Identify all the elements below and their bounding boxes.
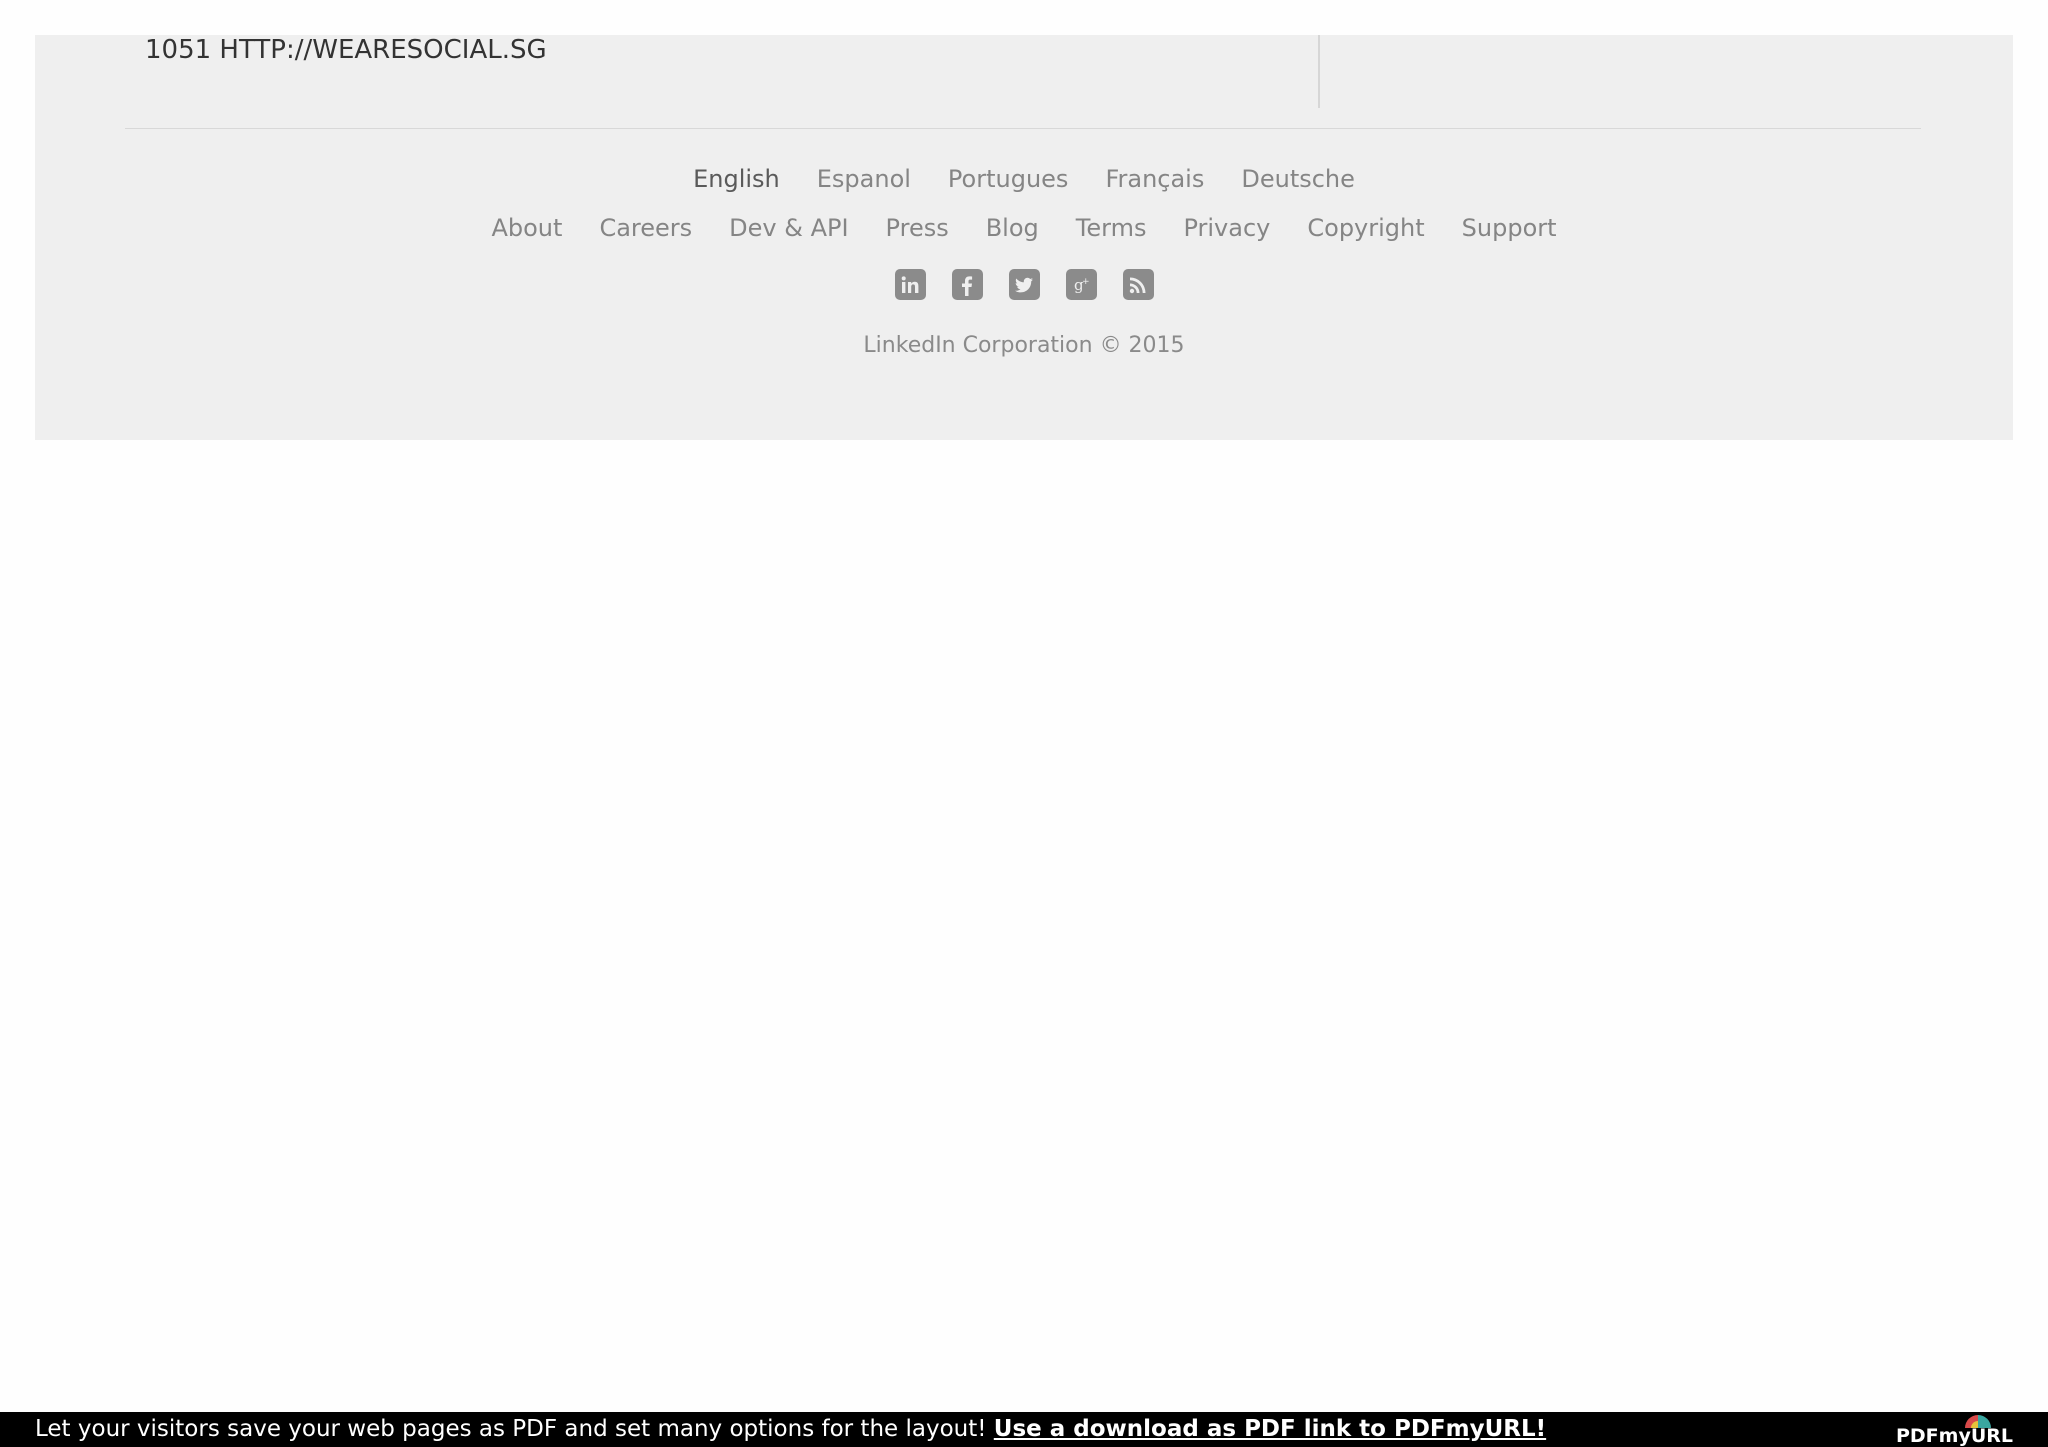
language-francais[interactable]: Français [1105,164,1204,194]
footer-links: About Careers Dev & API Press Blog Terms… [35,213,2013,243]
privacy-link[interactable]: Privacy [1183,213,1270,243]
about-link[interactable]: About [491,213,562,243]
promo-bar: Let your visitors save your web pages as… [0,1412,2048,1447]
logo-mark-icon [1965,1415,1991,1428]
promo-message: Let your visitors save your web pages as… [35,1412,1546,1447]
careers-link[interactable]: Careers [599,213,692,243]
url-line: 1051 HTTP://WEARESOCIAL.SG [145,35,547,65]
promo-text: Let your visitors save your web pages as… [35,1416,994,1442]
linkedin-icon[interactable] [894,269,926,300]
logo-text: PDFmyURL [1895,1425,2013,1447]
twitter-icon[interactable] [1008,269,1040,300]
language-espanol[interactable]: Espanol [817,164,911,194]
dev-api-link[interactable]: Dev & API [729,213,848,243]
footer-panel: 1051 HTTP://WEARESOCIAL.SG English Espan… [35,35,2013,440]
horizontal-divider [125,128,1921,129]
pdfmyurl-logo[interactable]: PDFmyURL [1896,1412,2013,1447]
copyright-text: LinkedIn Corporation © 2015 [863,333,1185,358]
blog-link[interactable]: Blog [986,213,1039,243]
svg-text:+: + [1082,277,1090,287]
support-link[interactable]: Support [1462,213,1557,243]
social-icons: g + [35,269,2013,300]
press-link[interactable]: Press [886,213,949,243]
language-deutsche[interactable]: Deutsche [1241,164,1355,194]
rss-icon[interactable] [1122,269,1154,300]
copyright-link[interactable]: Copyright [1307,213,1424,243]
page: 1051 HTTP://WEARESOCIAL.SG English Espan… [0,0,2048,1447]
facebook-icon[interactable] [951,269,983,300]
terms-link[interactable]: Terms [1076,213,1147,243]
language-selector: English Espanol Portugues Français Deuts… [35,164,2013,194]
language-portugues[interactable]: Portugues [948,164,1069,194]
promo-link[interactable]: Use a download as PDF link to PDFmyURL! [994,1416,1546,1442]
language-english[interactable]: English [693,164,780,194]
google-plus-icon[interactable]: g + [1065,269,1097,300]
vertical-divider [1318,35,1320,108]
